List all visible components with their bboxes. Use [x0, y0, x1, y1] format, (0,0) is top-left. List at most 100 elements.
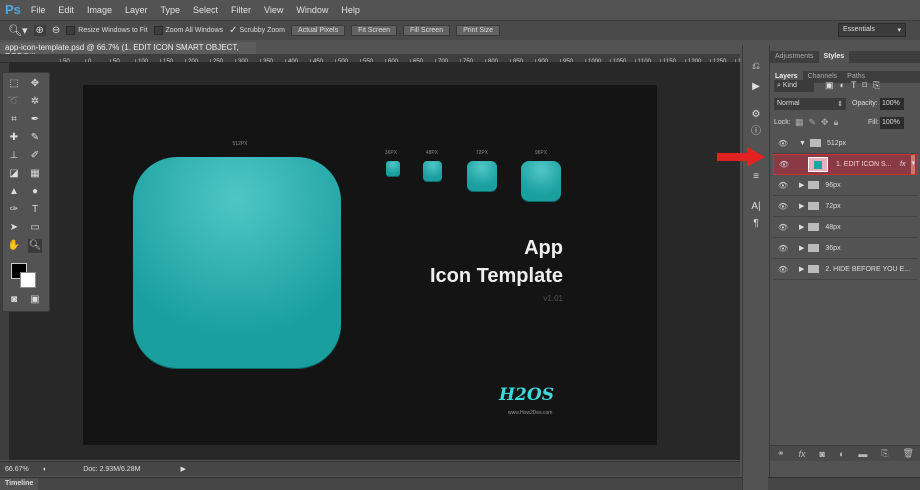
blur-tool-icon[interactable]: ▲	[7, 185, 21, 199]
status-bar: 66.67% ◐ Doc: 2.93M/6.28M ▶	[0, 461, 740, 476]
visibility-eye-icon[interactable]: 👁︎	[773, 181, 793, 190]
tab-styles[interactable]: Styles	[818, 51, 850, 63]
shape-tool-icon[interactable]: ▭	[28, 221, 42, 235]
status-menu-arrow-icon[interactable]: ▶	[180, 465, 185, 473]
new-group-icon[interactable]: ▬	[858, 449, 867, 459]
info-icon[interactable]: ⓘ	[749, 125, 763, 139]
layer-group-512[interactable]: 👁︎ ▼ 512px	[773, 133, 918, 154]
collapse-arrow-icon[interactable]: ▶	[799, 265, 804, 273]
menu-layer[interactable]: Layer	[125, 5, 148, 15]
gradient-tool-icon[interactable]: ▦	[28, 167, 42, 181]
history-brush-icon[interactable]: ✐	[28, 149, 42, 163]
character-icon[interactable]: A|	[749, 200, 763, 214]
icon-preview-48	[423, 161, 442, 181]
screen-mode-icon[interactable]: ▣	[28, 293, 42, 307]
menu-edit[interactable]: Edit	[58, 5, 74, 15]
fill-screen-button[interactable]: Fill Screen	[403, 25, 451, 36]
visibility-eye-icon[interactable]: 👁︎	[774, 160, 794, 169]
effects-expand-icon[interactable]: ▾	[911, 155, 915, 174]
zoom-in-icon[interactable]: ⊕	[33, 25, 46, 36]
document-canvas[interactable]: 512PX 36PX 48PX 72PX 96PX App Icon Templ…	[83, 85, 657, 445]
opacity-input[interactable]: 100%	[880, 98, 904, 110]
menu-image[interactable]: Image	[87, 5, 112, 15]
document-tab[interactable]: app-icon-template.psd @ 66.7% (1. EDIT I…	[0, 42, 256, 61]
menu-help[interactable]: Help	[341, 5, 360, 15]
brush-tool-icon[interactable]: ✎	[28, 131, 42, 145]
adjustments-icon[interactable]: ⚙	[749, 108, 763, 122]
add-mask-icon[interactable]: ◙	[820, 449, 825, 459]
collapse-arrow-icon[interactable]: ▶	[799, 202, 804, 210]
new-layer-icon[interactable]: ⎘	[881, 448, 888, 459]
fill-input[interactable]: 100%	[880, 117, 904, 129]
dodge-tool-icon[interactable]: ●	[28, 185, 42, 199]
fx-icon[interactable]: fx	[900, 161, 905, 168]
lock-icons[interactable]: ▦✎✥🔒︎	[795, 117, 843, 128]
zoom-out-icon[interactable]: ⊖	[52, 25, 60, 36]
eraser-icon[interactable]: ◪	[7, 167, 21, 181]
status-info-icon[interactable]: ◐	[43, 466, 47, 473]
move-tool-icon[interactable]: ✥	[28, 77, 42, 91]
eyedropper-icon[interactable]: ✒	[28, 113, 42, 127]
menu-file[interactable]: File	[31, 5, 46, 15]
collapse-arrow-icon[interactable]: ▶	[799, 223, 804, 231]
brush-presets-icon[interactable]: ≡	[749, 170, 763, 184]
layers-footer: ⚭ fx ◙ ◐ ▬ ⎘ 🗑︎	[770, 445, 920, 461]
visibility-eye-icon[interactable]: 👁︎	[773, 244, 793, 253]
visibility-eye-icon[interactable]: 👁︎	[773, 202, 793, 211]
add-style-icon[interactable]: fx	[799, 449, 806, 459]
visibility-eye-icon[interactable]: 👁︎	[773, 223, 793, 232]
lasso-tool-icon[interactable]: ➰	[7, 95, 21, 109]
layer-group-36[interactable]: 👁︎ ▶ 36px	[773, 238, 918, 259]
actions-play-icon[interactable]: ▶	[749, 80, 763, 94]
background-color-swatch[interactable]	[20, 272, 36, 288]
layer-group-72[interactable]: 👁︎ ▶ 72px	[773, 196, 918, 217]
layer-group-48[interactable]: 👁︎ ▶ 48px	[773, 217, 918, 238]
paragraph-icon[interactable]: ¶	[749, 217, 763, 231]
doc-size: Doc: 2.93M/6.28M	[83, 465, 141, 473]
menu-type[interactable]: Type	[160, 5, 180, 15]
collapse-arrow-icon[interactable]: ▶	[799, 244, 804, 252]
zoom-tool-icon[interactable]: 🔍︎▾	[8, 24, 28, 37]
workspace-select[interactable]: Essentials ▾	[838, 23, 906, 37]
print-size-button[interactable]: Print Size	[456, 25, 501, 36]
menu-filter[interactable]: Filter	[231, 5, 251, 15]
healing-brush-icon[interactable]: ✚	[7, 131, 21, 145]
expand-arrow-icon[interactable]: ▼	[799, 140, 806, 147]
zoom-all-windows-checkbox[interactable]: Zoom All Windows	[153, 26, 223, 35]
history-icon[interactable]: ⎌	[749, 60, 763, 74]
resize-windows-checkbox[interactable]: Resize Windows to Fit	[66, 26, 148, 35]
layer-smart-object-selected[interactable]: 👁︎ 1. EDIT ICON S... fx ▾	[773, 154, 918, 175]
pen-tool-icon[interactable]: ✑	[7, 203, 21, 217]
actual-pixels-button[interactable]: Actual Pixels	[291, 25, 346, 36]
timeline-tab[interactable]: Timeline	[0, 478, 39, 490]
zoom-tool-active-icon[interactable]: 🔍︎	[28, 239, 42, 253]
scrubby-zoom-checkbox[interactable]: ✓ Scrubby Zoom	[229, 25, 285, 36]
magic-wand-icon[interactable]: ✲	[28, 95, 42, 109]
crop-tool-icon[interactable]: ⌗	[7, 113, 21, 127]
delete-layer-icon[interactable]: 🗑︎	[903, 448, 914, 459]
quick-mask-icon[interactable]: ◙	[7, 293, 21, 307]
layer-filter-icons[interactable]: ▣◐T⌑⎘	[825, 80, 886, 91]
blend-mode-select[interactable]: Normal ⇕	[774, 98, 846, 110]
marquee-tool-icon[interactable]: ⬚	[7, 77, 21, 91]
visibility-eye-icon[interactable]: 👁︎	[773, 265, 793, 274]
collapse-arrow-icon[interactable]: ▶	[799, 181, 804, 189]
layer-group-96[interactable]: 👁︎ ▶ 96px	[773, 175, 918, 196]
zoom-level[interactable]: 66.67%	[5, 466, 35, 473]
link-layers-icon[interactable]: ⚭	[777, 448, 785, 459]
layer-group-hide[interactable]: 👁︎ ▶ 2. HIDE BEFORE YOU E...	[773, 259, 918, 280]
layers-panel-group: Adjustments Styles Layers Channels Paths…	[769, 45, 920, 477]
stamp-tool-icon[interactable]: ⊥	[7, 149, 21, 163]
filter-kind-select[interactable]: ⌕ Kind	[774, 80, 814, 92]
tab-adjustments[interactable]: Adjustments	[770, 51, 819, 63]
hand-tool-icon[interactable]: ✋	[7, 239, 21, 253]
menu-window[interactable]: Window	[296, 5, 328, 15]
visibility-eye-icon[interactable]: 👁︎	[773, 139, 793, 148]
path-selection-icon[interactable]: ➤	[7, 221, 21, 235]
menu-select[interactable]: Select	[193, 5, 218, 15]
menu-view[interactable]: View	[264, 5, 283, 15]
fit-screen-button[interactable]: Fit Screen	[351, 25, 398, 36]
smart-object-thumbnail	[808, 157, 828, 172]
type-tool-icon[interactable]: T	[28, 203, 42, 217]
adjustment-layer-icon[interactable]: ◐	[839, 449, 844, 459]
